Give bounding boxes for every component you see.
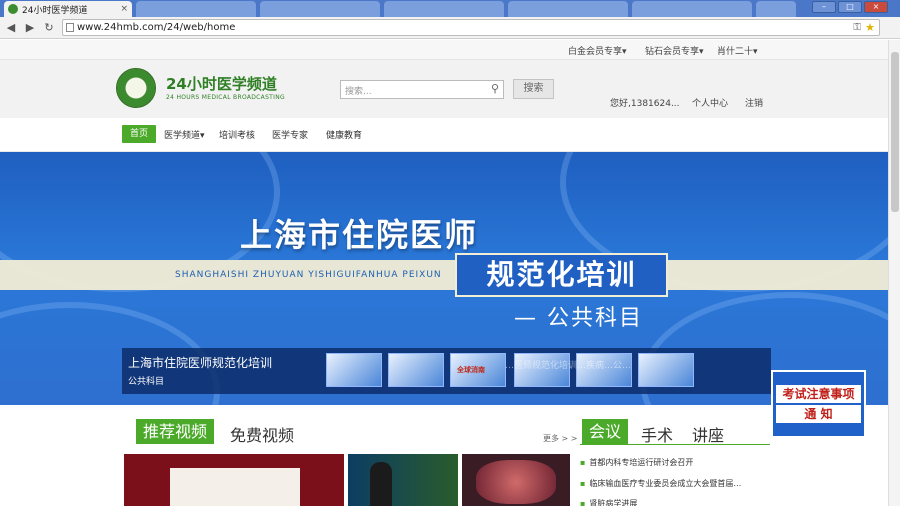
search-placeholder: 搜索... (345, 87, 372, 97)
carousel-bar: 上海市住院医师规范化培训 公共科目 全球消南 …医师规范化培训…疾病…公… (122, 348, 771, 394)
video-thumbnail[interactable] (124, 454, 344, 506)
browser-tab[interactable] (632, 1, 752, 17)
notice-line-2: 通 知 (776, 405, 861, 423)
carousel-thumb[interactable] (638, 353, 694, 387)
carousel-title[interactable]: 上海市住院医师规范化培训 (128, 354, 272, 371)
banner-box-title: 规范化培训 (455, 253, 668, 297)
news-tab-underline (580, 444, 770, 445)
back-arrow-icon[interactable]: ◀ (3, 21, 19, 34)
news-item[interactable]: 临床输血医疗专业委员会成立大会暨首届… (580, 478, 741, 489)
video-thumbnail[interactable] (348, 454, 458, 506)
carousel-overlay-text: …医师规范化培训…疾病…公… (505, 361, 632, 371)
banner-subtitle: — 公共科目 (514, 306, 643, 331)
tab-lectures[interactable]: 讲座 (692, 422, 724, 446)
browser-tab[interactable] (260, 1, 380, 17)
video-frame (170, 468, 300, 506)
new-tab-button[interactable] (756, 1, 796, 17)
nav-item-health[interactable]: 健康教育 (326, 128, 362, 141)
browser-tab-active[interactable]: 24小时医学频道 × (4, 1, 132, 17)
reload-icon[interactable]: ↻ (41, 21, 57, 34)
bookmark-star-icon[interactable]: ★ (865, 20, 875, 35)
exam-notice-banner[interactable]: 考试注意事项 通 知 (771, 370, 866, 438)
tab-title: 24小时医学频道 (22, 5, 88, 16)
member-topbar: 白金会员专享▾ 钻石会员专享▾ 肖什二十▾ (0, 40, 888, 60)
browser-tab[interactable] (384, 1, 504, 17)
carousel-subtitle: 公共科目 (128, 377, 165, 387)
topbar-link-user[interactable]: 肖什二十▾ (717, 44, 758, 57)
site-logo-icon[interactable] (116, 68, 156, 108)
search-input[interactable]: 搜索... ⚲ (340, 80, 504, 99)
browser-tab-strip: 24小时医学频道 × – □ × (0, 0, 900, 17)
nav-item-home[interactable]: 首页 (122, 125, 156, 143)
close-window-icon[interactable]: × (864, 1, 888, 13)
tab-close-icon[interactable]: × (120, 4, 128, 14)
maximize-icon[interactable]: □ (838, 1, 862, 13)
address-toolbar: ◀ ▶ ↻ www.24hmb.com/24/web/home ⚿ ★ ≡ (0, 17, 900, 52)
url-bar[interactable]: www.24hmb.com/24/web/home ⚿ ★ (62, 19, 880, 36)
tab-surgery[interactable]: 手术 (641, 422, 673, 446)
news-item[interactable]: 首都内科专培运行研讨会召开 (580, 457, 693, 468)
carousel-thumb[interactable] (388, 353, 444, 387)
banner-title: 上海市住院医师 (240, 216, 479, 254)
notice-line-1: 考试注意事项 (776, 385, 861, 403)
webpage: 白金会员专享▾ 钻石会员专享▾ 肖什二十▾ 24小时医学频道 24 HOURS … (0, 40, 888, 506)
url-text: www.24hmb.com/24/web/home (77, 22, 236, 33)
carousel-thumb[interactable] (326, 353, 382, 387)
search-icon[interactable]: ⚲ (491, 82, 499, 95)
carousel-thumb[interactable]: 全球消南 (450, 353, 506, 387)
nav-item-experts[interactable]: 医学专家 (272, 128, 308, 141)
page-icon (66, 23, 74, 32)
hero-banner[interactable]: 上海市住院医师 SHANGHAISHI ZHUYUAN YISHIGUIFANH… (0, 152, 888, 405)
nav-item-training[interactable]: 培训考核 (219, 128, 255, 141)
browser-tab[interactable] (136, 1, 256, 17)
site-logo-subtitle: 24 HOURS MEDICAL BROADCASTING (166, 94, 285, 101)
banner-pinyin: SHANGHAISHI ZHUYUAN YISHIGUIFANHUA PEIXU… (175, 270, 442, 280)
search-button[interactable]: 搜索 (513, 79, 554, 99)
tab-recommended-videos[interactable]: 推荐视频 (136, 419, 215, 444)
user-center-link[interactable]: 个人中心 (692, 96, 728, 109)
news-item[interactable]: 肾脏病学进展 (580, 498, 637, 506)
tab-free-videos[interactable]: 免费视频 (230, 422, 294, 446)
forward-arrow-icon[interactable]: ▶ (22, 21, 38, 34)
minimize-icon[interactable]: – (812, 1, 836, 13)
site-favicon-icon (8, 4, 18, 14)
main-nav: 首页 医学频道▾ 培训考核 医学专家 健康教育 (0, 118, 888, 152)
scrollbar-thumb[interactable] (891, 52, 899, 212)
site-header: 24小时医学频道 24 HOURS MEDICAL BROADCASTING 搜… (0, 60, 888, 118)
speaker-figure (370, 462, 392, 506)
video-thumbnail[interactable] (462, 454, 570, 506)
tab-meetings[interactable]: 会议 (582, 419, 629, 444)
user-greeting: 您好,1381624... (610, 99, 680, 109)
page-scrollbar[interactable] (888, 40, 900, 506)
topbar-link-platinum[interactable]: 白金会员专享▾ (568, 44, 627, 57)
more-videos-link[interactable]: 更多 > > (543, 433, 578, 444)
logout-link[interactable]: 注销 (745, 96, 763, 109)
topbar-link-diamond[interactable]: 钻石会员专享▾ (645, 44, 704, 57)
nav-item-channels[interactable]: 医学频道▾ (164, 128, 205, 141)
key-icon[interactable]: ⚿ (853, 20, 861, 35)
browser-tab[interactable] (508, 1, 628, 17)
surgery-image (476, 460, 556, 504)
banner-strip (0, 260, 888, 290)
site-logo-title[interactable]: 24小时医学频道 (166, 73, 277, 94)
